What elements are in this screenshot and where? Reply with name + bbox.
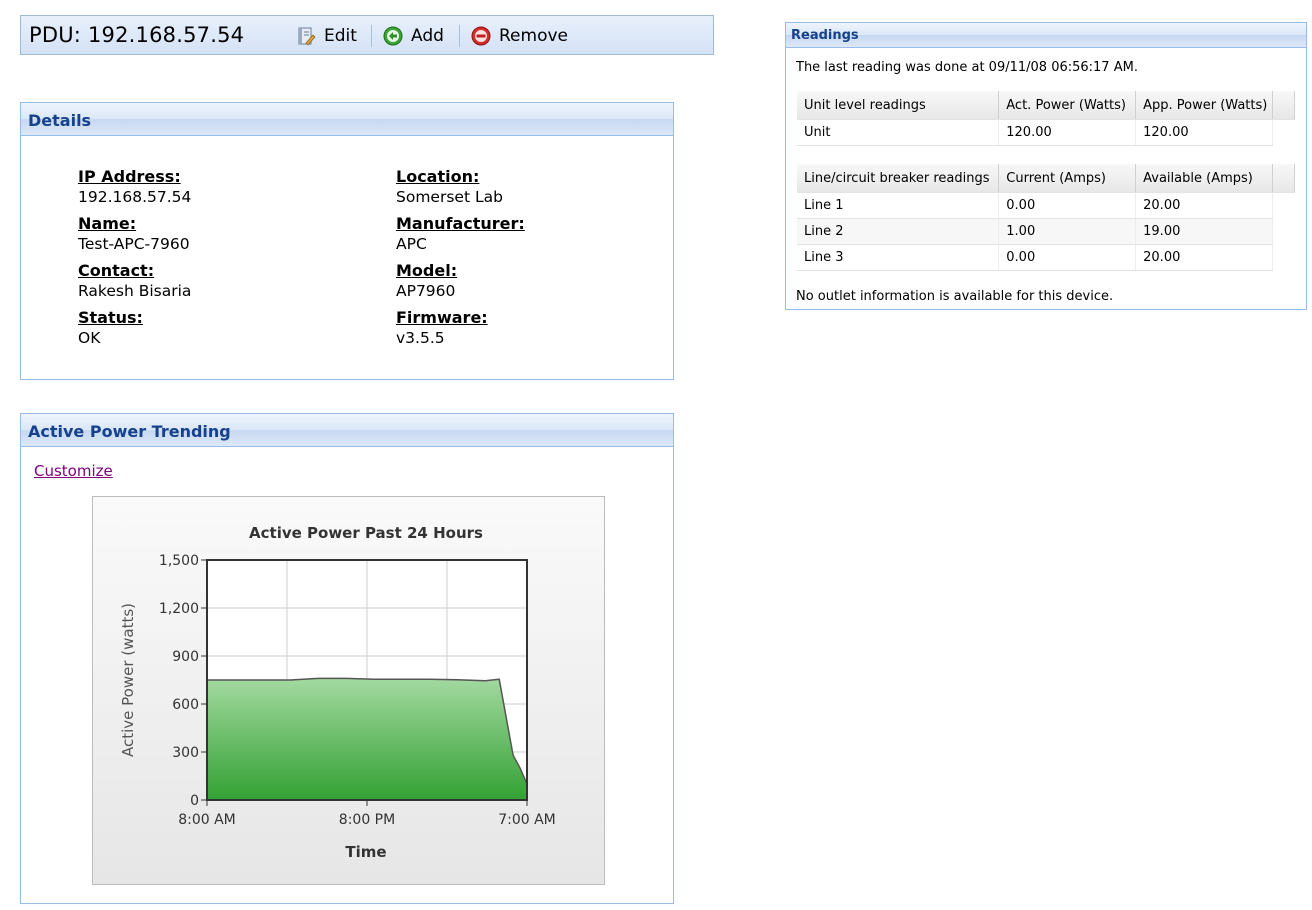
row-spacer bbox=[1272, 192, 1295, 219]
chart-title: Active Power Past 24 Hours bbox=[249, 524, 483, 542]
row-spacer bbox=[1272, 119, 1295, 146]
firmware-label: Firmware: bbox=[396, 308, 488, 327]
ip-address-value: 192.168.57.54 bbox=[78, 188, 192, 206]
line-cell-name: Line 3 bbox=[797, 244, 1000, 271]
line-cell-available: 20.00 bbox=[1135, 244, 1274, 271]
y-tick-label: 0 bbox=[190, 793, 199, 809]
details-heading: Details bbox=[21, 103, 673, 136]
row-spacer bbox=[1272, 218, 1295, 245]
status-label: Status: bbox=[78, 308, 143, 327]
row-spacer bbox=[1272, 244, 1295, 271]
trending-heading: Active Power Trending bbox=[21, 414, 673, 447]
y-axis-label: Active Power (watts) bbox=[119, 603, 137, 757]
table-row: Line 1 0.00 20.00 bbox=[797, 192, 1295, 219]
line-readings-table: Line/circuit breaker readings Current (A… bbox=[797, 164, 1295, 271]
x-axis-label: Time bbox=[345, 843, 386, 861]
model-label: Model: bbox=[396, 261, 458, 280]
add-icon bbox=[383, 26, 403, 46]
line-cell-current: 0.00 bbox=[998, 192, 1137, 219]
y-tick-label: 1,200 bbox=[159, 601, 199, 617]
remove-button[interactable]: Remove bbox=[471, 24, 568, 48]
table-row: Line 2 1.00 19.00 bbox=[797, 218, 1295, 245]
area-series bbox=[206, 677, 528, 801]
manufacturer-value: APC bbox=[396, 235, 427, 253]
toolbar-divider bbox=[459, 25, 460, 47]
line-header-name: Line/circuit breaker readings bbox=[797, 164, 1000, 193]
pdu-toolbar: PDU: 192.168.57.54 Edit Add Remove bbox=[20, 15, 714, 55]
x-tick-label: 7:00 AM bbox=[498, 812, 556, 828]
page-title: PDU: 192.168.57.54 bbox=[29, 23, 245, 47]
unit-readings-table: Unit level readings Act. Power (Watts) A… bbox=[797, 91, 1296, 146]
table-row: Line 3 0.00 20.00 bbox=[797, 244, 1295, 271]
x-tick-label: 8:00 PM bbox=[339, 812, 395, 828]
line-cell-name: Line 1 bbox=[797, 192, 1000, 219]
contact-label: Contact: bbox=[78, 261, 155, 280]
ip-address-label: IP Address: bbox=[78, 167, 181, 186]
header-spacer bbox=[1272, 164, 1295, 193]
toolbar-divider bbox=[371, 25, 372, 47]
customize-link[interactable]: Customize bbox=[34, 462, 113, 480]
location-label: Location: bbox=[396, 167, 480, 186]
details-panel: Details IP Address: 192.168.57.54 Name: … bbox=[20, 102, 674, 380]
unit-header-name: Unit level readings bbox=[797, 91, 1000, 120]
contact-value: Rakesh Bisaria bbox=[78, 282, 192, 300]
add-button[interactable]: Add bbox=[383, 24, 444, 48]
power-chart-frame: 0 300 600 900 1,200 1,500 8:00 AM 8:00 PM 7:00 … bbox=[92, 496, 605, 885]
name-label: Name: bbox=[78, 214, 137, 233]
line-cell-available: 19.00 bbox=[1135, 218, 1274, 245]
remove-icon bbox=[471, 26, 491, 46]
line-cell-current: 0.00 bbox=[998, 244, 1137, 271]
manufacturer-label: Manufacturer: bbox=[396, 214, 525, 233]
model-value: AP7960 bbox=[396, 282, 456, 300]
y-tick-label: 1,500 bbox=[159, 553, 199, 569]
firmware-value: v3.5.5 bbox=[396, 329, 445, 347]
readings-panel: Readings The last reading was done at 09… bbox=[785, 22, 1307, 310]
unit-cell-act-power: 120.00 bbox=[998, 119, 1137, 146]
unit-cell-app-power: 120.00 bbox=[1135, 119, 1273, 146]
x-tick-label: 8:00 AM bbox=[178, 812, 236, 828]
header-spacer bbox=[1272, 91, 1296, 120]
y-tick-label: 300 bbox=[172, 745, 199, 761]
add-label: Add bbox=[411, 26, 444, 46]
unit-header-act-power: Act. Power (Watts) bbox=[998, 91, 1137, 120]
y-tick-label: 600 bbox=[172, 697, 199, 713]
location-value: Somerset Lab bbox=[396, 188, 503, 206]
table-row: Unit 120.00 120.00 bbox=[797, 119, 1295, 146]
line-cell-available: 20.00 bbox=[1135, 192, 1274, 219]
edit-icon bbox=[296, 26, 316, 46]
unit-cell-name: Unit bbox=[797, 119, 1000, 146]
last-reading-text: The last reading was done at 09/11/08 06… bbox=[796, 60, 1138, 75]
unit-header-app-power: App. Power (Watts) bbox=[1135, 91, 1273, 120]
line-cell-name: Line 2 bbox=[797, 218, 1000, 245]
line-header-current: Current (Amps) bbox=[998, 164, 1137, 193]
remove-label: Remove bbox=[499, 26, 568, 46]
no-outlet-text: No outlet information is available for t… bbox=[796, 289, 1114, 304]
edit-label: Edit bbox=[324, 26, 357, 46]
y-tick-label: 900 bbox=[172, 649, 199, 665]
status-value: OK bbox=[78, 329, 101, 347]
name-value: Test-APC-7960 bbox=[78, 235, 190, 253]
line-cell-current: 1.00 bbox=[998, 218, 1137, 245]
readings-heading: Readings bbox=[786, 23, 1306, 48]
active-power-chart: 0 300 600 900 1,200 1,500 8:00 AM 8:00 PM 7:00 … bbox=[119, 524, 556, 861]
line-header-available: Available (Amps) bbox=[1135, 164, 1274, 193]
edit-button[interactable]: Edit bbox=[296, 24, 357, 48]
